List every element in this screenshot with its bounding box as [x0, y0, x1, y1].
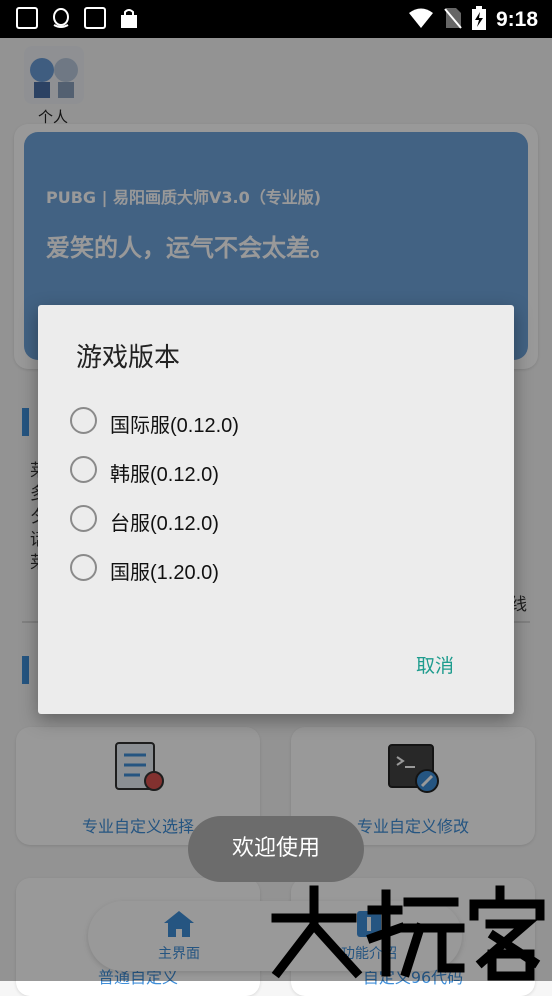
option-label: 韩服(0.12.0) — [110, 464, 219, 486]
qq-icon — [50, 7, 72, 29]
option-taiwan[interactable]: 台服(0.12.0) — [70, 503, 370, 539]
option-korea[interactable]: 韩服(0.12.0) — [70, 454, 370, 490]
option-label: 国际服(0.12.0) — [110, 415, 239, 437]
clock: 9:18 — [495, 8, 538, 31]
notification-app-icon — [16, 7, 38, 29]
cancel-button[interactable]: 取消 — [416, 651, 454, 678]
option-china[interactable]: 国服(1.20.0) — [70, 552, 370, 588]
bag-icon — [118, 7, 140, 29]
no-sim-icon — [444, 7, 462, 33]
option-label: 台服(0.12.0) — [110, 513, 219, 535]
wifi-icon — [408, 7, 434, 33]
game-version-dialog: 游戏版本 国际服(0.12.0) 韩服(0.12.0) 台服(0.12.0) 国… — [38, 305, 514, 714]
battery-charging-icon — [471, 6, 486, 34]
radio-button-icon[interactable] — [70, 505, 97, 532]
notification-icons — [16, 7, 140, 29]
radio-button-icon[interactable] — [70, 456, 97, 483]
watermark-logo — [268, 880, 552, 981]
notification-app-icon-2 — [84, 7, 106, 29]
system-icons: 9:18 — [408, 6, 538, 34]
status-bar: 9:18 — [0, 0, 552, 38]
option-international[interactable]: 国际服(0.12.0) — [70, 405, 370, 441]
radio-button-icon[interactable] — [70, 554, 97, 581]
radio-button-icon[interactable] — [70, 407, 97, 434]
dialog-title: 游戏版本 — [76, 343, 181, 373]
toast-message: 欢迎使用 — [188, 816, 364, 882]
option-label: 国服(1.20.0) — [110, 562, 219, 584]
